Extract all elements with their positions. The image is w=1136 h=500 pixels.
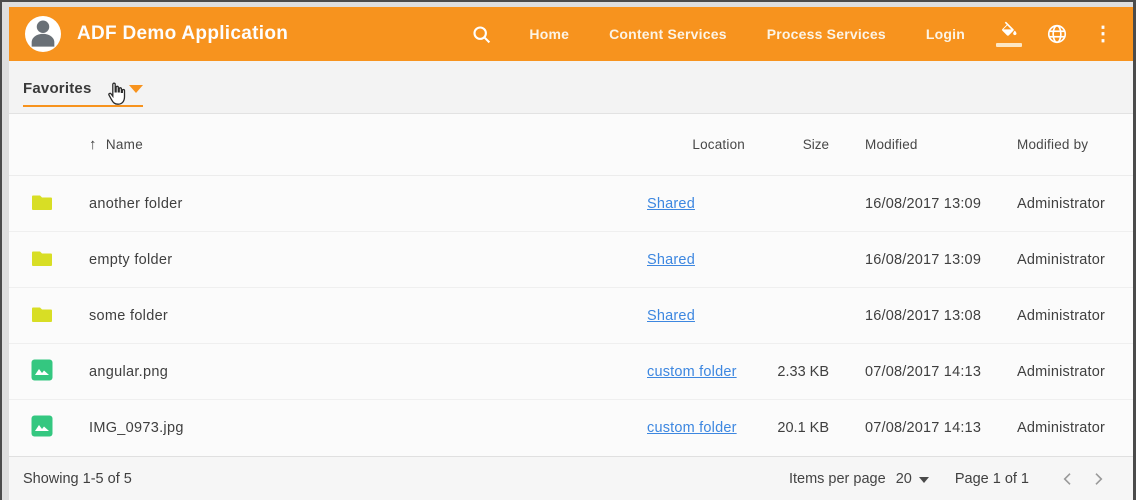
file-name[interactable]: some folder bbox=[89, 308, 647, 324]
modified-by: Administrator bbox=[1017, 364, 1125, 380]
modified-by: Administrator bbox=[1017, 196, 1125, 212]
items-per-page-label: Items per page bbox=[789, 471, 886, 487]
location-link[interactable]: Shared bbox=[647, 196, 695, 212]
image-file-icon bbox=[30, 414, 54, 442]
table-header-row: ↑Name Location Size Modified Modified by bbox=[9, 114, 1133, 176]
nav-item-home[interactable]: Home bbox=[529, 26, 569, 42]
file-name[interactable]: IMG_0973.jpg bbox=[89, 420, 647, 436]
nav-item-process-services[interactable]: Process Services bbox=[767, 26, 886, 42]
column-header-modified[interactable]: Modified bbox=[865, 137, 1017, 152]
language-globe-icon[interactable] bbox=[1045, 22, 1069, 46]
row-icon-cell bbox=[9, 414, 89, 442]
avatar[interactable] bbox=[25, 16, 61, 52]
file-size: 20.1 KB bbox=[763, 420, 829, 436]
pagination-bar: Showing 1-5 of 5 Items per page 20 Page … bbox=[9, 456, 1133, 500]
modified-date: 16/08/2017 13:08 bbox=[865, 308, 1017, 324]
modified-by: Administrator bbox=[1017, 308, 1125, 324]
document-list: ↑Name Location Size Modified Modified by… bbox=[9, 114, 1133, 456]
nav-item-login[interactable]: Login bbox=[926, 26, 965, 42]
nav-item-content-services[interactable]: Content Services bbox=[609, 26, 727, 42]
search-icon[interactable] bbox=[469, 22, 493, 46]
column-header-size[interactable]: Size bbox=[763, 137, 829, 152]
showing-range-label: Showing 1-5 of 5 bbox=[23, 471, 132, 487]
location-link[interactable]: Shared bbox=[647, 252, 695, 268]
location-link[interactable]: custom folder bbox=[647, 364, 737, 380]
sort-ascending-icon[interactable]: ↑ bbox=[89, 136, 97, 153]
app-title: ADF Demo Application bbox=[77, 23, 288, 45]
table-row[interactable]: another folder Shared 16/08/2017 13:09 A… bbox=[9, 176, 1133, 232]
folder-icon bbox=[30, 190, 54, 218]
toolbar-icon-cluster: ⋮ bbox=[995, 19, 1115, 49]
modified-date: 07/08/2017 14:13 bbox=[865, 420, 1017, 436]
modified-date: 07/08/2017 14:13 bbox=[865, 364, 1017, 380]
file-name[interactable]: empty folder bbox=[89, 252, 647, 268]
chevron-down-icon bbox=[919, 477, 929, 483]
modified-date: 16/08/2017 13:09 bbox=[865, 196, 1017, 212]
color-fill-underline bbox=[996, 43, 1022, 47]
user-icon bbox=[26, 16, 60, 52]
column-header-name[interactable]: ↑Name bbox=[89, 136, 647, 153]
folder-icon bbox=[30, 246, 54, 274]
location-link[interactable]: Shared bbox=[647, 308, 695, 324]
table-row[interactable]: some folder Shared 16/08/2017 13:08 Admi… bbox=[9, 288, 1133, 344]
next-page-button[interactable] bbox=[1083, 464, 1113, 494]
chevron-down-icon bbox=[129, 85, 143, 93]
items-per-page-select[interactable]: 20 bbox=[896, 471, 929, 487]
file-name[interactable]: another folder bbox=[89, 196, 647, 212]
image-file-icon bbox=[30, 358, 54, 386]
table-row[interactable]: empty folder Shared 16/08/2017 13:09 Adm… bbox=[9, 232, 1133, 288]
column-header-modified-by[interactable]: Modified by bbox=[1017, 137, 1125, 152]
main-nav: Home Content Services Process Services L… bbox=[529, 26, 965, 42]
more-vertical-icon[interactable]: ⋮ bbox=[1091, 22, 1115, 46]
table-row[interactable]: IMG_0973.jpg custom folder 20.1 KB 07/08… bbox=[9, 400, 1133, 456]
items-per-page-value: 20 bbox=[896, 471, 912, 487]
modified-date: 16/08/2017 13:09 bbox=[865, 252, 1017, 268]
previous-page-button[interactable] bbox=[1053, 464, 1083, 494]
app-header: ADF Demo Application Home Content Servic… bbox=[9, 7, 1133, 61]
favorites-dropdown-label: Favorites bbox=[23, 80, 92, 97]
view-selector-bar: Favorites bbox=[9, 61, 1133, 114]
folder-icon bbox=[30, 302, 54, 330]
modified-by: Administrator bbox=[1017, 252, 1125, 268]
column-header-location[interactable]: Location bbox=[647, 137, 763, 152]
row-icon-cell bbox=[9, 246, 89, 274]
items-per-page: Items per page 20 bbox=[789, 471, 929, 487]
file-name[interactable]: angular.png bbox=[89, 364, 647, 380]
table-row[interactable]: angular.png custom folder 2.33 KB 07/08/… bbox=[9, 344, 1133, 400]
app-window: ADF Demo Application Home Content Servic… bbox=[0, 0, 1136, 500]
modified-by: Administrator bbox=[1017, 420, 1125, 436]
mouse-cursor-hand-icon bbox=[104, 81, 128, 112]
row-icon-cell bbox=[9, 358, 89, 386]
color-fill-icon[interactable] bbox=[995, 19, 1023, 49]
app-root: ADF Demo Application Home Content Servic… bbox=[9, 7, 1133, 500]
row-icon-cell bbox=[9, 302, 89, 330]
file-size: 2.33 KB bbox=[763, 364, 829, 380]
page-indicator: Page 1 of 1 bbox=[955, 471, 1029, 487]
row-icon-cell bbox=[9, 190, 89, 218]
location-link[interactable]: custom folder bbox=[647, 420, 737, 436]
